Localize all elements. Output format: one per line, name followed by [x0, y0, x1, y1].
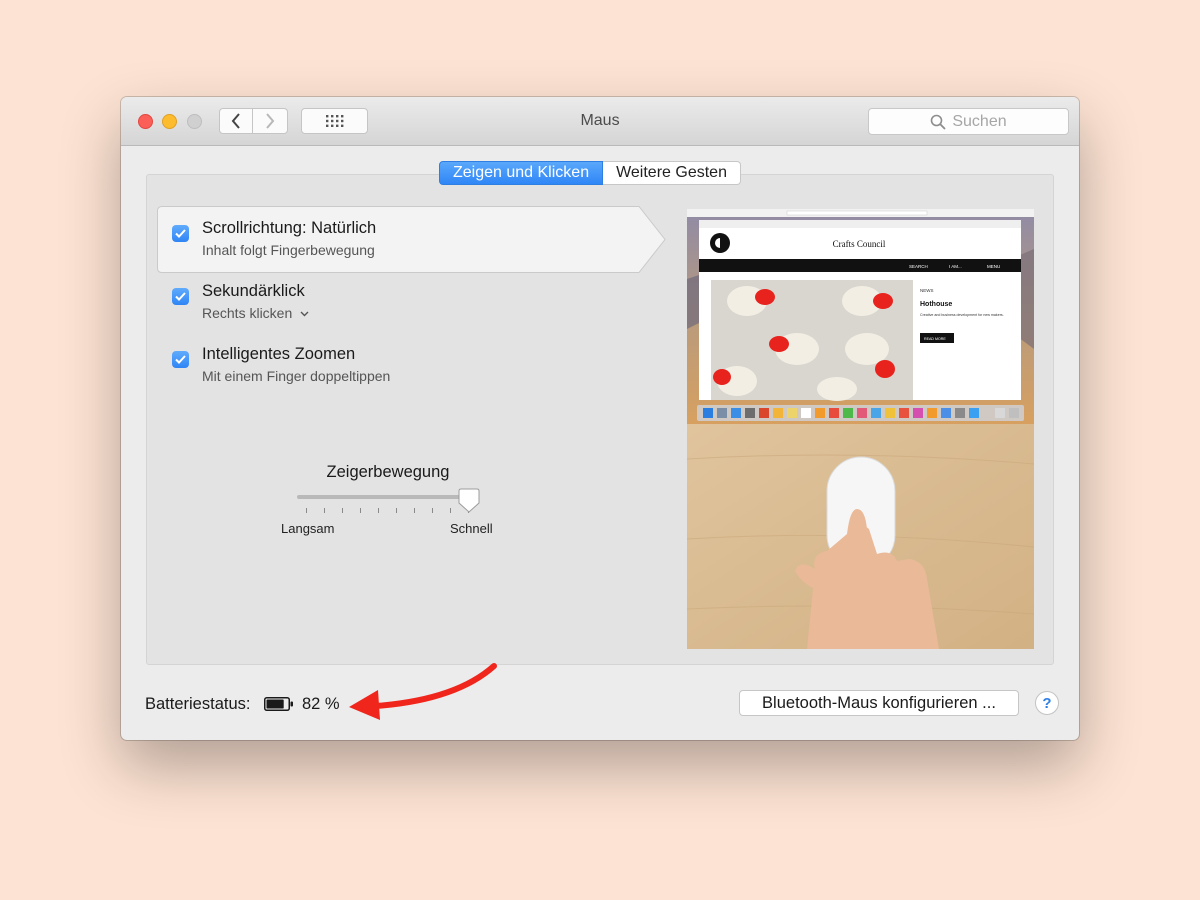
slider-tick [396, 508, 397, 513]
preferences-window: Maus Suchen Zeigen und Klicken Weitere G… [121, 97, 1079, 740]
option-title: Intelligentes Zoomen [202, 345, 356, 363]
tracking-speed-label: Zeigerbewegung [326, 463, 450, 481]
option-title: Scrollrichtung: Natürlich [202, 219, 377, 237]
chevron-down-icon [300, 311, 309, 317]
tab-bar: Zeigen und Klicken Weitere Gesten [439, 161, 741, 185]
preview-nav-search: SEARCH [909, 264, 928, 269]
checkmark-icon [175, 355, 186, 364]
bluetooth-setup-button[interactable]: Bluetooth-Maus konfigurieren ... [739, 690, 1019, 716]
option-subtitle: Mit einem Finger doppeltippen [202, 368, 391, 384]
slider-thumb[interactable] [458, 488, 480, 514]
preview-site-title: Crafts Council [833, 239, 886, 249]
secondary-click-dropdown[interactable]: Rechts klicken [202, 305, 309, 321]
slider-tick [360, 508, 361, 513]
secondary-click-checkbox[interactable] [172, 288, 189, 305]
battery-icon [264, 697, 293, 711]
preview-nav-menu: MENU [987, 264, 1000, 269]
option-title: Sekundärklick [202, 282, 305, 300]
preview-article-text: Creative and business development for ne… [920, 313, 1004, 317]
dropdown-value: Rechts klicken [202, 305, 293, 321]
search-placeholder: Suchen [952, 112, 1007, 130]
slider-max-label: Schnell [450, 521, 493, 536]
battery-percent: 82 % [302, 695, 340, 713]
preview-article-title: Hothouse [920, 301, 952, 308]
help-button[interactable]: ? [1035, 691, 1059, 715]
slider-tick [378, 508, 379, 513]
slider-min-label: Langsam [281, 521, 335, 536]
gesture-preview: Crafts Council SEARCH I AM... MENU NEWS … [687, 209, 1034, 649]
preview-news-tag: NEWS [920, 288, 934, 293]
tab-weitere-gesten[interactable]: Weitere Gesten [603, 161, 741, 185]
slider-tick [450, 508, 451, 513]
search-field[interactable]: Suchen [868, 108, 1069, 135]
annotation-arrow [349, 663, 497, 720]
preview-read-more: READ MORE [924, 337, 946, 341]
checkmark-icon [175, 292, 186, 301]
tab-zeigen-und-klicken[interactable]: Zeigen und Klicken [439, 161, 604, 185]
slider-tick [342, 508, 343, 513]
search-icon [931, 114, 946, 130]
preview-illustration: Crafts Council SEARCH I AM... MENU NEWS … [687, 209, 1034, 649]
scroll-direction-checkbox[interactable] [172, 225, 189, 242]
preview-dock-icons [703, 408, 1019, 418]
option-subtitle: Inhalt folgt Fingerbewegung [202, 242, 375, 258]
battery-status-label: Batteriestatus: [145, 695, 251, 713]
selected-option-highlight [157, 206, 666, 273]
title-bar: Maus Suchen [121, 97, 1079, 146]
preview-nav-iam: I AM... [949, 264, 962, 269]
slider-tick [432, 508, 433, 513]
checkmark-icon [175, 229, 186, 238]
slider-tick [324, 508, 325, 513]
slider-tick [414, 508, 415, 513]
slider-tick [306, 508, 307, 513]
smart-zoom-checkbox[interactable] [172, 351, 189, 368]
tracking-speed-slider[interactable] [297, 495, 469, 499]
